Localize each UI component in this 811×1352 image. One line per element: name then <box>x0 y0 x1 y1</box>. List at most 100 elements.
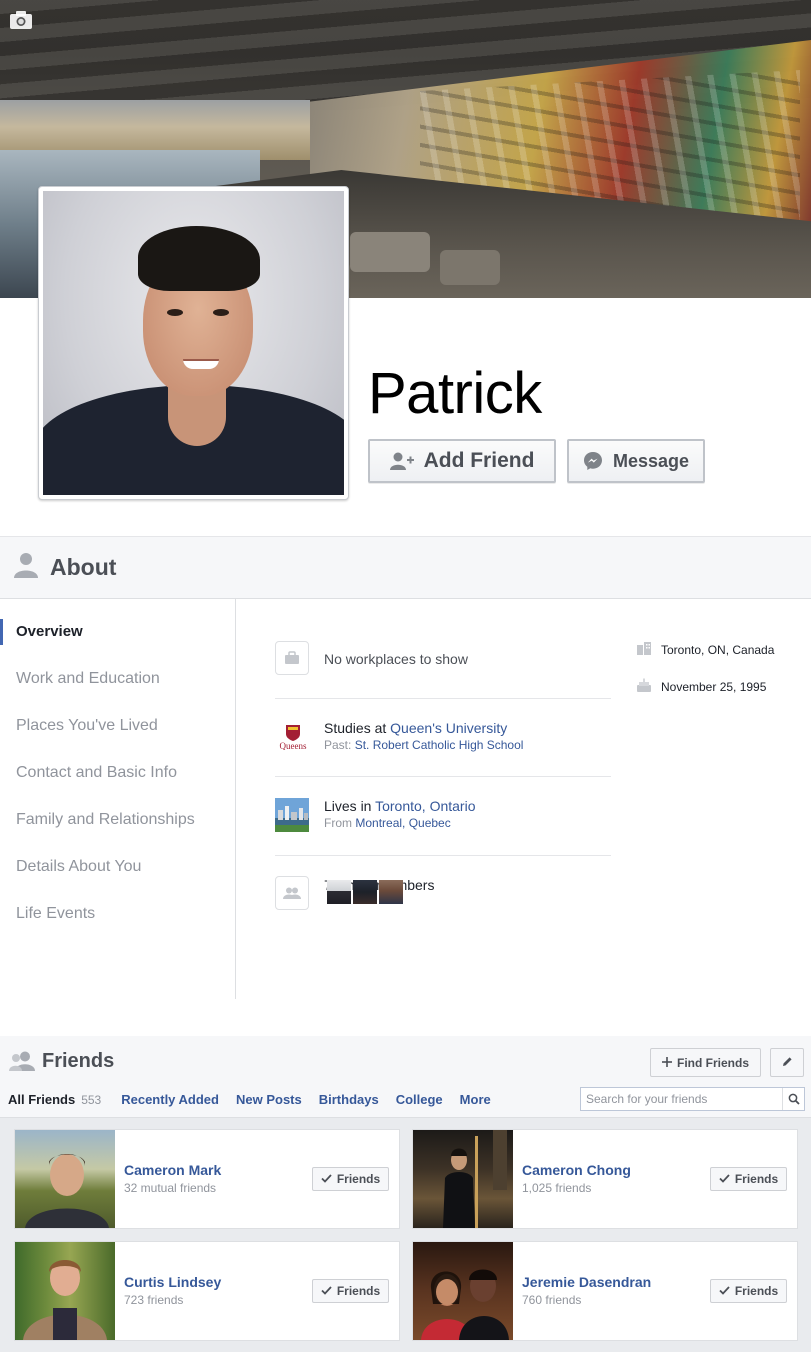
lives-sub: From Montreal, Quebec <box>324 816 451 830</box>
friends-status-button[interactable]: Friends <box>710 1167 787 1191</box>
friend-card: Cameron Chong 1,025 friends Friends <box>412 1129 798 1229</box>
checkmark-icon <box>321 1172 332 1186</box>
about-section: Overview Work and Education Places You'v… <box>0 599 811 999</box>
friend-photo[interactable] <box>15 1242 115 1340</box>
past-prefix: Past: <box>324 738 355 752</box>
education-prefix: Studies at <box>324 720 391 736</box>
friend-name-link[interactable]: Cameron Chong <box>522 1162 631 1178</box>
family-avatar[interactable] <box>327 880 351 904</box>
person-icon <box>14 552 38 583</box>
tab-recently-added[interactable]: Recently Added <box>121 1092 219 1107</box>
about-nav: Overview Work and Education Places You'v… <box>0 599 236 999</box>
building-icon <box>636 641 652 658</box>
find-friends-button[interactable]: Find Friends <box>650 1048 761 1077</box>
friend-photo[interactable] <box>413 1130 513 1228</box>
friends-status-button[interactable]: Friends <box>312 1279 389 1303</box>
checkmark-icon <box>719 1172 730 1186</box>
photo-eye <box>213 309 229 316</box>
friends-section: Friends Find Friends All Friends 553 Rec… <box>0 1036 811 1352</box>
nav-item-contact-info[interactable]: Contact and Basic Info <box>16 764 177 782</box>
friend-name-link[interactable]: Curtis Lindsey <box>124 1274 221 1290</box>
pencil-icon <box>782 1054 793 1072</box>
tab-more[interactable]: More <box>460 1092 491 1107</box>
friend-search-input[interactable] <box>581 1088 782 1110</box>
family-avatar[interactable] <box>353 880 377 904</box>
birthday-text: November 25, 1995 <box>661 679 767 694</box>
friend-meta: 32 mutual friends <box>124 1181 217 1195</box>
current-city-link[interactable]: Toronto, Ontario <box>375 798 475 814</box>
add-friend-label: Add Friend <box>423 449 535 472</box>
friend-card: Curtis Lindsey 723 friends Friends <box>14 1241 400 1341</box>
friends-tabs: All Friends 553 Recently Added New Posts… <box>8 1092 508 1107</box>
cake-icon <box>636 678 652 695</box>
friends-count: 553 <box>81 1093 102 1107</box>
lives-prefix: Lives in <box>324 798 376 814</box>
nav-item-life-events[interactable]: Life Events <box>16 905 95 923</box>
friends-status-label: Friends <box>336 1172 381 1186</box>
friends-status-label: Friends <box>336 1284 381 1298</box>
profile-photo <box>43 191 344 495</box>
photo-hair <box>138 226 260 291</box>
work-empty-text: No workplaces to show <box>324 651 468 667</box>
friend-name-link[interactable]: Cameron Mark <box>124 1162 221 1178</box>
family-avatar[interactable] <box>379 880 403 904</box>
friend-search <box>580 1087 805 1111</box>
friends-status-label: Friends <box>734 1172 779 1186</box>
friends-status-button[interactable]: Friends <box>312 1167 389 1191</box>
nav-item-family-relationships[interactable]: Family and Relationships <box>16 811 195 829</box>
hometown-link[interactable]: Montreal, Quebec <box>355 816 450 830</box>
from-prefix: From <box>324 816 356 830</box>
tab-new-posts[interactable]: New Posts <box>236 1092 302 1107</box>
friends-title[interactable]: Friends <box>42 1050 114 1073</box>
checkmark-icon <box>719 1284 730 1298</box>
friends-status-button[interactable]: Friends <box>710 1279 787 1303</box>
friend-photo[interactable] <box>413 1242 513 1340</box>
queens-logo-text: Queens <box>280 741 307 750</box>
add-friend-button[interactable]: Add Friend <box>368 439 556 483</box>
location-text: Toronto, ON, Canada <box>661 642 775 657</box>
family-avatars <box>327 880 403 904</box>
find-friends-label: Find Friends <box>677 1055 749 1070</box>
friends-header: Friends Find Friends All Friends 553 Rec… <box>0 1036 811 1118</box>
friend-name-link[interactable]: Jeremie Dasendran <box>522 1274 651 1290</box>
friend-card: Jeremie Dasendran 760 friends Friends <box>412 1241 798 1341</box>
friends-icon <box>9 1051 35 1076</box>
tab-college[interactable]: College <box>396 1092 443 1107</box>
message-button[interactable]: Message <box>567 439 705 483</box>
city-thumbnail[interactable] <box>275 798 309 832</box>
past-school-link[interactable]: St. Robert Catholic High School <box>355 738 524 752</box>
profile-picture[interactable] <box>38 186 349 500</box>
friend-meta: 760 friends <box>522 1293 582 1307</box>
tab-all-friends[interactable]: All Friends <box>8 1092 75 1107</box>
birthday-info: November 25, 1995 <box>636 678 766 695</box>
tab-birthdays[interactable]: Birthdays <box>319 1092 379 1107</box>
edit-pencil-button[interactable] <box>770 1048 804 1077</box>
photo-eye <box>167 309 183 316</box>
friend-meta: 1,025 friends <box>522 1181 592 1195</box>
friend-meta: 723 friends <box>124 1293 184 1307</box>
briefcase-icon <box>275 641 309 675</box>
messenger-icon <box>583 451 603 471</box>
camera-icon[interactable] <box>9 10 33 30</box>
friend-photo[interactable] <box>15 1130 115 1228</box>
nav-active-indicator <box>0 619 3 645</box>
education-row: Queens Studies at Queen's University Pas… <box>275 699 611 777</box>
nav-item-places-lived[interactable]: Places You've Lived <box>16 717 158 735</box>
friend-card: Cameron Mark 32 mutual friends Friends <box>14 1129 400 1229</box>
profile-name: Patrick <box>368 361 542 426</box>
school-link[interactable]: Queen's University <box>390 720 507 736</box>
nav-item-details-about-you[interactable]: Details About You <box>16 858 141 876</box>
checkmark-icon <box>321 1284 332 1298</box>
education-main: Studies at Queen's University <box>324 720 507 736</box>
plus-icon <box>662 1056 672 1070</box>
people-icon <box>275 876 309 910</box>
nav-item-work-education[interactable]: Work and Education <box>16 670 160 688</box>
education-sub: Past: St. Robert Catholic High School <box>324 738 523 752</box>
queens-logo[interactable]: Queens <box>275 724 311 758</box>
nav-item-overview[interactable]: Overview <box>16 623 83 640</box>
about-title: About <box>50 554 117 580</box>
work-row: No workplaces to show <box>275 640 611 699</box>
search-icon[interactable] <box>782 1088 804 1110</box>
friends-status-label: Friends <box>734 1284 779 1298</box>
about-header: About <box>0 536 811 599</box>
